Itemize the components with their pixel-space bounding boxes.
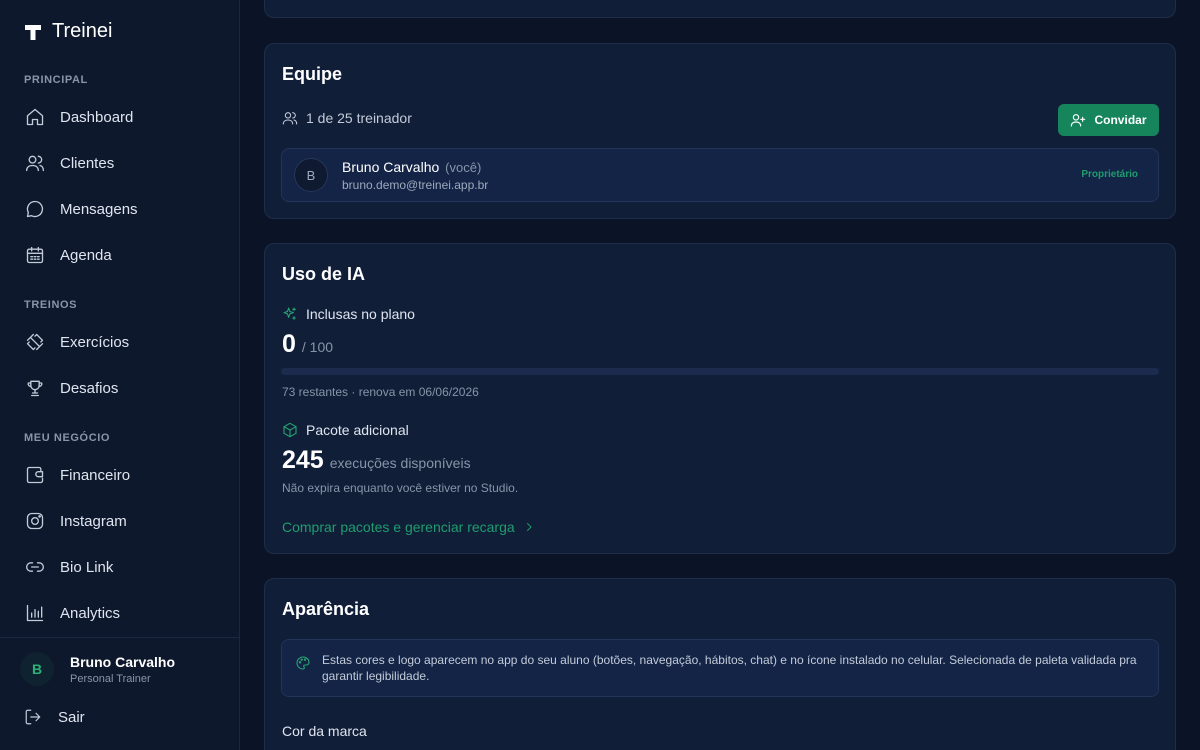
sidebar-item-instagram[interactable]: Instagram <box>24 504 224 538</box>
section-label-meu-negocio: MEU NEGÓCIO <box>24 432 111 444</box>
instagram-icon <box>24 510 46 532</box>
addon-count: 245 execuções disponíveis <box>282 446 471 475</box>
sidebar-item-label: Financeiro <box>60 466 131 484</box>
appearance-title: Aparência <box>282 599 370 619</box>
plan-used-value: 0 <box>282 330 296 358</box>
appearance-info-text: Estas cores e logo aparecem no app do se… <box>322 653 1137 683</box>
plan-included-heading: Inclusas no plano <box>282 306 415 322</box>
logout-label: Sair <box>58 708 85 726</box>
member-you-tag: (você) <box>445 160 482 175</box>
appearance-card: Aparência Estas cores e logo aparecem no… <box>264 578 1176 750</box>
sparkles-icon <box>283 307 296 320</box>
palette-icon <box>296 656 310 670</box>
home-icon <box>24 106 46 128</box>
addon-count-value: 245 <box>282 446 324 474</box>
sidebar-item-analytics[interactable]: Analytics <box>24 596 224 630</box>
previous-card <box>264 0 1176 18</box>
team-card: Equipe 1 de 25 treinador Convidar B Brun… <box>264 43 1176 219</box>
plan-usage: 0 / 100 <box>282 330 333 359</box>
buy-packages-link[interactable]: Comprar pacotes e gerenciar recarga <box>282 519 535 535</box>
team-count-text: 1 de 25 treinador <box>306 110 412 126</box>
sidebar-item-label: Exercícios <box>60 333 130 351</box>
chevron-right-icon <box>526 523 532 531</box>
member-name-text: Bruno Carvalho <box>342 159 440 175</box>
addon-package-heading: Pacote adicional <box>282 422 409 438</box>
sidebar-divider <box>0 637 239 638</box>
logout-button[interactable]: Sair <box>24 708 85 726</box>
team-member-row[interactable]: B Bruno Carvalho (você) bruno.demo@trein… <box>281 148 1159 202</box>
section-label-principal: PRINCIPAL <box>24 74 88 86</box>
user-card[interactable]: B Bruno Carvalho Personal Trainer <box>20 652 175 686</box>
user-role: Personal Trainer <box>70 672 151 685</box>
sidebar-item-label: Clientes <box>60 154 115 172</box>
plan-total-value: / 100 <box>301 339 334 355</box>
member-email: bruno.demo@treinei.app.br <box>342 178 489 192</box>
plan-included-label: Inclusas no plano <box>306 306 415 322</box>
addon-note: Não expira enquanto você estiver no Stud… <box>282 481 519 495</box>
sidebar-item-financeiro[interactable]: Financeiro <box>24 458 224 492</box>
sidebar-item-label: Mensagens <box>60 200 138 218</box>
calendar-icon <box>24 244 46 266</box>
ai-usage-card: Uso de IA Inclusas no plano 0 / 100 73 r… <box>264 243 1176 554</box>
trophy-icon <box>24 377 46 399</box>
sidebar-item-label: Analytics <box>60 604 121 622</box>
team-title: Equipe <box>282 64 343 84</box>
sidebar-item-exercicios[interactable]: Exercícios <box>24 325 224 359</box>
addon-count-unit: execuções disponíveis <box>329 455 471 471</box>
avatar: B <box>294 158 328 192</box>
message-icon <box>24 198 46 220</box>
link-icon <box>24 556 46 578</box>
sidebar-item-label: Bio Link <box>60 558 114 576</box>
brand-color-label: Cor da marca <box>282 723 367 739</box>
logout-icon <box>25 709 41 725</box>
sidebar-item-bio-link[interactable]: Bio Link <box>24 550 224 584</box>
sidebar-item-label: Dashboard <box>60 108 134 126</box>
avatar: B <box>20 652 54 686</box>
users-icon <box>282 112 298 125</box>
sidebar-item-label: Agenda <box>60 246 112 264</box>
member-name: Bruno Carvalho (você) <box>342 159 481 175</box>
invite-button[interactable]: Convidar <box>1058 104 1159 136</box>
plan-meta: 73 restantes · renova em 06/06/2026 <box>282 385 479 399</box>
brand-t-icon <box>24 23 42 41</box>
user-name: Bruno Carvalho <box>70 653 176 670</box>
package-icon <box>283 422 297 438</box>
sidebar-item-dashboard[interactable]: Dashboard <box>24 100 224 134</box>
addon-package-label: Pacote adicional <box>306 422 409 438</box>
sidebar-item-label: Instagram <box>60 512 127 530</box>
section-label-treinos: TREINOS <box>24 299 78 311</box>
sidebar-item-label: Desafios <box>60 379 119 397</box>
member-role-badge: Proprietário <box>1081 169 1138 180</box>
brand[interactable]: Treinei <box>24 20 112 43</box>
dumbbell-icon <box>24 331 46 353</box>
users-icon <box>24 152 46 174</box>
sidebar-item-mensagens[interactable]: Mensagens <box>24 192 224 226</box>
ai-usage-title: Uso de IA <box>282 264 366 284</box>
appearance-info-box: Estas cores e logo aparecem no app do se… <box>281 639 1159 697</box>
sidebar-item-clientes[interactable]: Clientes <box>24 146 224 180</box>
sidebar-item-desafios[interactable]: Desafios <box>24 371 224 405</box>
invite-label: Convidar <box>1094 113 1147 127</box>
plan-progress-bar <box>281 368 1159 375</box>
sidebar-item-agenda[interactable]: Agenda <box>24 238 224 272</box>
team-count: 1 de 25 treinador <box>282 110 412 126</box>
bar-chart-icon <box>24 602 46 624</box>
brand-name: Treinei <box>52 20 113 42</box>
sidebar: Treinei PRINCIPAL Dashboard Clientes Men… <box>0 0 240 750</box>
wallet-icon <box>24 464 46 486</box>
buy-packages-label: Comprar pacotes e gerenciar recarga <box>282 519 515 535</box>
user-plus-icon <box>1071 114 1086 127</box>
